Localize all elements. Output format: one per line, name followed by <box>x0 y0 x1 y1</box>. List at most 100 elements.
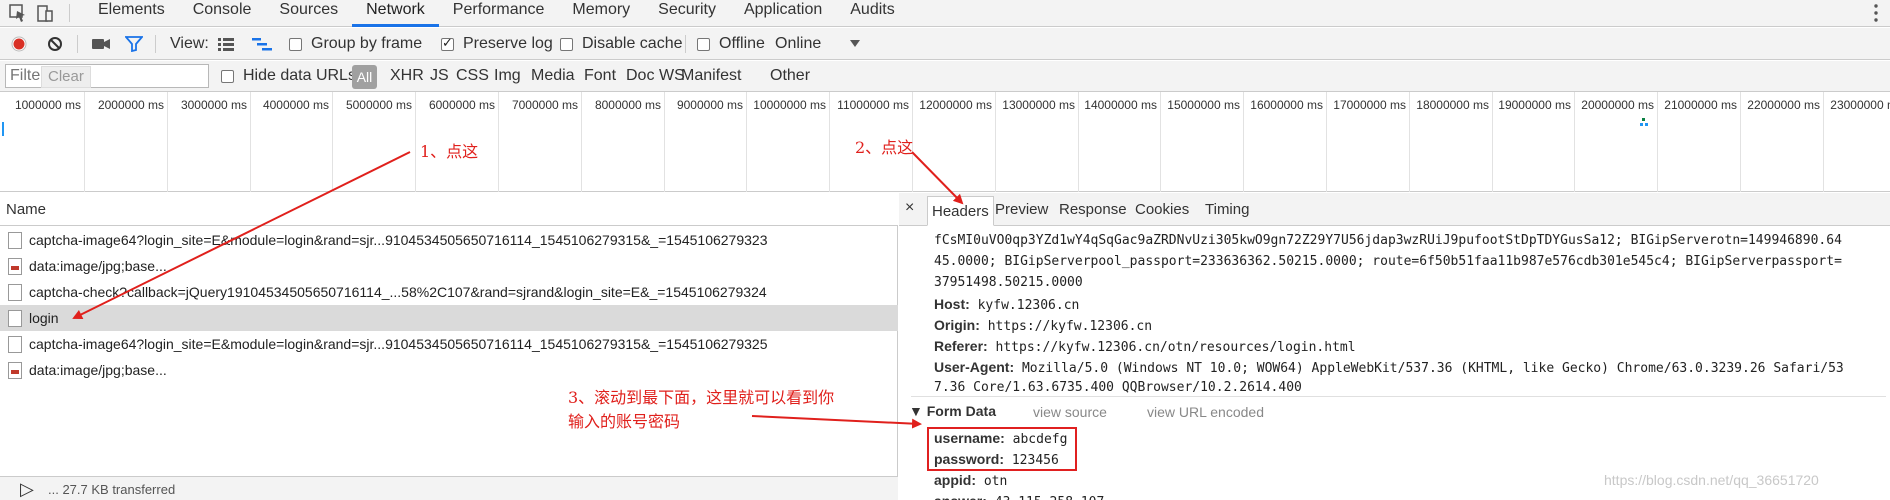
request-row[interactable]: captcha-image64?login_site=E&module=logi… <box>0 331 898 357</box>
header-key: Origin: <box>934 317 980 333</box>
filter-icon[interactable] <box>125 36 143 52</box>
annotation-step-2: 2、点这 <box>855 138 914 157</box>
more-options-icon[interactable] <box>1874 3 1878 23</box>
timeline-tick-label: 7000000 ms <box>511 98 578 112</box>
tab-console[interactable]: Console <box>179 0 266 27</box>
hide-data-urls-checkbox[interactable] <box>221 70 234 83</box>
type-filter-css[interactable]: CSS <box>456 67 489 85</box>
form-data-section-header[interactable]: ▼ Form Data <box>909 403 996 419</box>
form-data-title: Form Data <box>926 403 996 419</box>
timeline-tick-label: 10000000 ms <box>753 98 826 112</box>
details-tab-preview[interactable]: Preview <box>995 201 1048 218</box>
request-row[interactable]: data:image/jpg;base... <box>0 253 898 279</box>
header-key: User-Agent: <box>934 359 1015 375</box>
type-filter-xhr[interactable]: XHR <box>390 67 424 85</box>
timeline-tick-label: 21000000 ms <box>1664 98 1737 112</box>
tab-performance[interactable]: Performance <box>439 0 559 27</box>
preserve-log-checkbox[interactable] <box>441 35 454 51</box>
view-source-link[interactable]: view source <box>1033 404 1107 420</box>
group-by-frame-checkbox[interactable] <box>289 38 302 51</box>
tab-network[interactable]: Network <box>352 0 439 27</box>
timeline-tick-label: 3000000 ms <box>180 98 247 112</box>
tab-audits[interactable]: Audits <box>836 0 908 27</box>
device-toolbar-icon[interactable] <box>36 3 54 23</box>
clear-icon[interactable] <box>47 36 63 52</box>
timeline-gridline <box>581 92 582 192</box>
header-value: kyfw.12306.cn <box>977 298 1080 313</box>
request-row[interactable]: login <box>0 305 898 331</box>
request-header-line: Referer: https://kyfw.12306.cn/otn/resou… <box>934 338 1356 355</box>
screenshot-camera-icon[interactable] <box>91 37 111 51</box>
tab-bar-divider <box>69 4 70 22</box>
timeline-tick-label: 13000000 ms <box>1002 98 1075 112</box>
request-name: login <box>29 310 59 326</box>
details-tab-response[interactable]: Response <box>1059 201 1127 218</box>
form-data-field: answer: 43,115,258,107 <box>934 493 1104 500</box>
timeline-tick-label: 6000000 ms <box>428 98 495 112</box>
request-header-line: Host: kyfw.12306.cn <box>934 296 1079 313</box>
close-details-icon[interactable]: × <box>905 199 914 217</box>
chevron-down-icon[interactable] <box>850 40 860 48</box>
annotation-step-1: 1、点这 <box>420 142 479 161</box>
large-rows-icon[interactable] <box>218 37 234 51</box>
type-filter-manifest[interactable]: Manifest <box>681 67 741 85</box>
type-filter-media[interactable]: Media <box>531 67 575 85</box>
header-value: Mozilla/5.0 (Windows NT 10.0; WOW64) App… <box>1021 361 1844 376</box>
request-row[interactable]: captcha-check?callback=jQuery19104534505… <box>0 279 898 305</box>
view-url-encoded-link[interactable]: view URL encoded <box>1147 404 1264 420</box>
timeline-tick-label: 17000000 ms <box>1333 98 1406 112</box>
type-filter-all[interactable]: All <box>352 65 377 89</box>
name-column-header[interactable]: Name <box>0 193 898 226</box>
toolbar-divider <box>685 35 686 53</box>
document-file-icon <box>8 336 22 353</box>
document-file-icon <box>8 310 22 327</box>
filter-input[interactable] <box>5 64 209 88</box>
timeline-tick-label: 23000000 ms <box>1830 98 1890 112</box>
tab-sources[interactable]: Sources <box>265 0 352 27</box>
section-divider <box>911 396 1886 397</box>
request-name: captcha-check?callback=jQuery19104534505… <box>29 284 767 300</box>
requests-status-bar: ▷ ... 27.7 KB transferred <box>0 476 898 500</box>
record-icon[interactable] <box>11 36 27 52</box>
request-row[interactable]: data:image/jpg;base... <box>0 357 898 383</box>
type-filter-other[interactable]: Other <box>770 67 810 85</box>
throttling-select[interactable]: Online <box>775 35 821 53</box>
devtools-tab-bar: Elements Console Sources Network Performance… <box>0 0 1890 27</box>
type-filter-js[interactable]: JS <box>430 67 449 85</box>
timeline-tick-label: 16000000 ms <box>1250 98 1323 112</box>
timeline-gridline <box>995 92 996 192</box>
request-header-line: Origin: https://kyfw.12306.cn <box>934 317 1152 334</box>
type-filter-doc[interactable]: Doc <box>626 67 654 85</box>
inspect-element-icon[interactable] <box>9 3 27 23</box>
tab-memory[interactable]: Memory <box>558 0 644 27</box>
type-filter-img[interactable]: Img <box>494 67 521 85</box>
type-filter-font[interactable]: Font <box>584 67 616 85</box>
tab-security[interactable]: Security <box>644 0 730 27</box>
view-label: View: <box>170 35 209 52</box>
timeline-tick-label: 12000000 ms <box>919 98 992 112</box>
details-tab-timing[interactable]: Timing <box>1205 201 1249 218</box>
timeline-gridline <box>167 92 168 192</box>
details-tab-headers[interactable]: Headers <box>927 196 994 226</box>
devtools-tabs: Elements Console Sources Network Performance… <box>84 0 909 27</box>
overview-waterfall-icon[interactable] <box>252 37 272 51</box>
tab-elements[interactable]: Elements <box>84 0 179 27</box>
toggle-drawer-icon[interactable]: ▷ <box>20 479 34 500</box>
details-tab-cookies[interactable]: Cookies <box>1135 201 1189 218</box>
cookie-header-line: 37951498.50215.0000 <box>934 275 1083 290</box>
user-agent-continued: 7.36 Core/1.63.6735.400 QQBrowser/10.2.2… <box>934 380 1302 395</box>
annotation-step-3-line-1: 3、滚动到最下面，这里就可以看到你 <box>568 388 835 407</box>
filter-bar: Clear Hide data URLs All XHR JS CSS Img Media… <box>0 61 1890 92</box>
timeline-tick-label: 20000000 ms <box>1581 98 1654 112</box>
timeline-tick-label: 2000000 ms <box>97 98 164 112</box>
disable-cache-label: Disable cache <box>582 35 683 52</box>
timeline-gridline <box>1243 92 1244 192</box>
header-key: Host: <box>934 296 970 312</box>
timeline-gridline <box>1078 92 1079 192</box>
toolbar-divider <box>155 35 156 53</box>
disable-cache-checkbox[interactable] <box>560 38 573 51</box>
timeline-overview[interactable]: 1000000 ms 2000000 ms 3000000 ms 4000000 ms… <box>0 92 1890 192</box>
offline-checkbox[interactable] <box>697 38 710 51</box>
tab-application[interactable]: Application <box>730 0 836 27</box>
request-row[interactable]: captcha-image64?login_site=E&module=logi… <box>0 227 898 253</box>
